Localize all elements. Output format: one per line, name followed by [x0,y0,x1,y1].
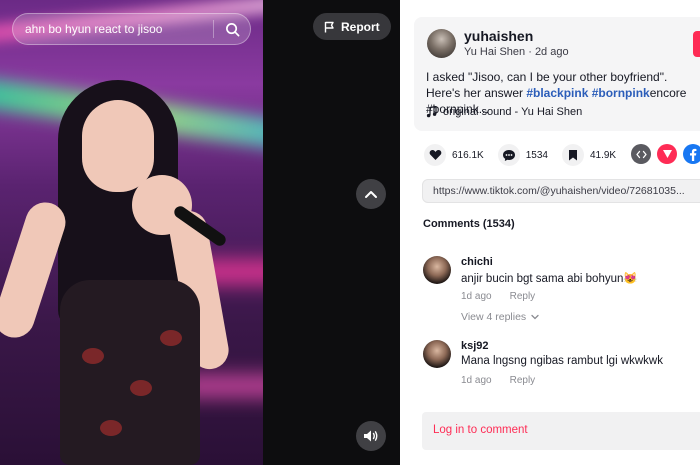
code-icon [635,150,647,158]
comment-username[interactable]: chichi [461,256,493,268]
hashtag-link[interactable]: #bornpink [592,86,650,100]
search-input[interactable]: ahn bo hyun react to jisoo [25,22,213,36]
chevron-up-icon [365,191,377,198]
save-count: 41.9K [589,149,617,161]
dress-flower [130,380,152,396]
search-button[interactable] [214,13,250,45]
author-username[interactable]: yuhaishen [464,28,533,44]
comment-count: 1534 [525,149,548,161]
heart-icon [429,149,441,160]
save-icon-wrap [561,144,584,166]
action-bar: 616.1K 1534 41.9K [424,144,630,166]
performer-figure [0,80,232,465]
previous-video-button[interactable] [356,179,386,209]
view-replies-label: View 4 replies [461,311,527,323]
commenter-avatar[interactable] [423,340,451,368]
facebook-share-button[interactable] [683,144,700,164]
send-icon [662,150,672,158]
login-link[interactable]: Log in to comment [433,424,528,436]
reply-button[interactable]: Reply [510,291,536,302]
commenter-avatar[interactable] [423,256,451,284]
video-info-panel: yuhaishen Yu Hai Shen · 2d ago I asked "… [400,0,700,465]
comment-time: 1d ago [461,291,492,302]
video-player[interactable]: ahn bo hyun react to jisoo Report [0,0,400,465]
sound-link[interactable]: original sound - Yu Hai Shen [426,106,582,118]
hashtag-link[interactable]: #blackpink [526,86,588,100]
author-display-name: Yu Hai Shen [464,46,526,58]
share-options [631,144,700,164]
follow-button[interactable] [693,31,700,57]
search-icon [225,22,239,36]
comment-item: ksj92 Mana lngsng ngibas rambut lgi wkwk… [423,340,700,390]
dress-flower [160,330,182,346]
author-subtitle: Yu Hai Shen · 2d ago [464,46,569,58]
music-note-icon [426,106,437,118]
comments-header: Comments (1534) [423,218,515,230]
dress-flower [82,348,104,364]
comment-time: 1d ago [461,375,492,386]
report-label: Report [341,19,380,34]
comment-icon-wrap [497,144,520,166]
comment-meta: 1d ago Reply [461,375,535,386]
report-button[interactable]: Report [313,13,391,40]
like-count: 616.1K [452,149,484,161]
login-to-comment-bar[interactable]: Log in to comment [422,412,700,450]
performer-dress [60,280,200,465]
comment-item: chichi anjir bucin bgt sama abi bohyun😻 … [423,256,700,328]
performer-hands [132,175,192,235]
comment-text: Mana lngsng ngibas rambut lgi wkwkwk [461,355,663,367]
volume-button[interactable] [356,421,386,451]
sound-label: original sound - Yu Hai Shen [443,106,583,118]
comment-username[interactable]: ksj92 [461,340,489,352]
comment-text: anjir bucin bgt sama abi bohyun😻 [461,273,638,285]
copy-link-field[interactable]: https://www.tiktok.com/@yuhaishen/video/… [422,179,700,203]
performer-face [82,100,154,192]
search-bar[interactable]: ahn bo hyun react to jisoo [12,13,251,45]
comment-meta: 1d ago Reply [461,291,535,302]
like-icon-wrap [424,144,446,166]
comment-dots-icon [502,149,515,161]
facebook-icon [690,148,697,161]
bookmark-icon [568,150,577,161]
author-avatar[interactable] [427,29,456,58]
description-card: yuhaishen Yu Hai Shen · 2d ago I asked "… [414,17,700,131]
reply-button[interactable]: Reply [510,375,536,386]
send-to-friends-button[interactable] [657,144,677,164]
dress-flower [100,420,122,436]
tiktok-video-page: ahn bo hyun react to jisoo Report yuhais… [0,0,700,465]
flag-icon [324,21,334,32]
video-frame[interactable] [0,0,263,465]
like-button[interactable]: 616.1K [424,144,484,166]
chevron-down-icon [531,314,539,320]
view-replies-button[interactable]: View 4 replies [461,311,539,323]
save-button[interactable]: 41.9K [561,144,617,166]
post-time: 2d ago [534,46,569,58]
embed-button[interactable] [631,144,651,164]
speaker-icon [364,430,378,442]
comment-button[interactable]: 1534 [497,144,548,166]
